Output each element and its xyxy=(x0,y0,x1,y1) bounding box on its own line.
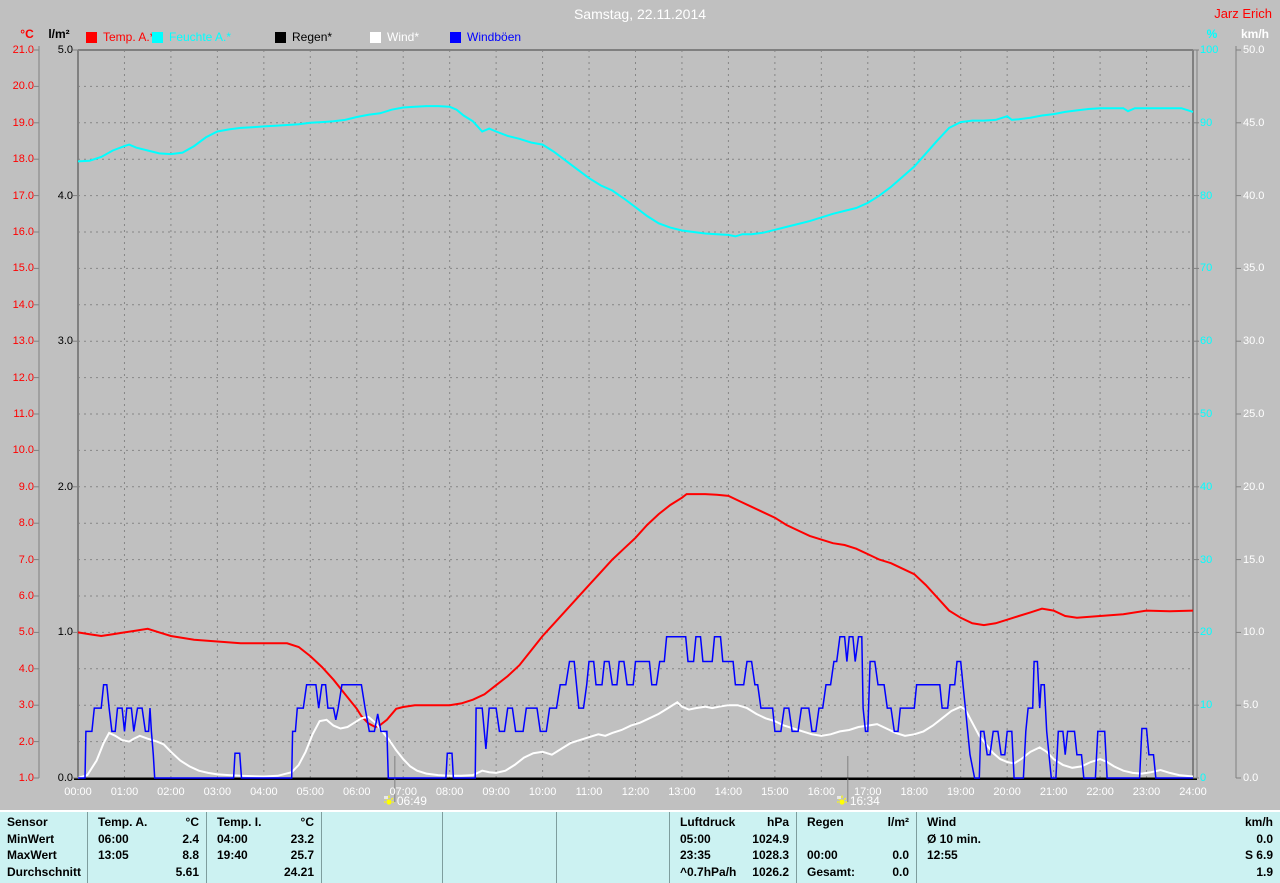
table-col-temp-a-: Temp. A.°C 06:002.413:058.8 5.61 xyxy=(88,812,207,883)
column-unit: km/h xyxy=(956,815,1273,829)
cell-label: Ø 10 min. xyxy=(927,832,981,846)
sunset-marker: 16:34 xyxy=(836,794,880,808)
sunrise-icon xyxy=(383,795,395,807)
cell-label: 19:40 xyxy=(217,848,248,862)
column-unit: °C xyxy=(147,815,199,829)
cell-value: 1.9 xyxy=(927,865,1273,879)
cell-value: 8.8 xyxy=(129,848,199,862)
cell-label: 05:00 xyxy=(680,832,711,846)
sunrise-time: 06:49 xyxy=(397,794,427,808)
cell-value: 0.0 xyxy=(838,848,909,862)
weather-app-window: { "window": { "title": "Samstag, 22.11.2… xyxy=(0,0,1280,881)
cell-label: 13:05 xyxy=(98,848,129,862)
column-unit: °C xyxy=(261,815,314,829)
table-col-empty xyxy=(322,812,443,883)
column-header: Temp. A. xyxy=(98,815,147,829)
weather-chart-plot xyxy=(0,0,1280,810)
cell-label: 12:55 xyxy=(927,848,958,862)
cell-label: Gesamt: xyxy=(807,865,855,879)
column-header: Temp. I. xyxy=(217,815,261,829)
cell-value: 1028.3 xyxy=(711,848,789,862)
cell-value: 0.0 xyxy=(855,865,909,879)
table-col-luftdruck: LuftdruckhPa 05:001024.923:351028.3 ^0.7hP… xyxy=(670,812,797,883)
column-header: Wind xyxy=(927,815,956,829)
cell-value: 0.0 xyxy=(981,832,1273,846)
column-unit: hPa xyxy=(735,815,789,829)
table-col-wind: Windkm/h Ø 10 min.0.0 12:55S 6.9 1.9 xyxy=(917,812,1280,883)
table-col-empty xyxy=(443,812,557,883)
column-header: Luftdruck xyxy=(680,815,735,829)
row-label: Durchschnitt xyxy=(7,865,81,879)
column-unit: l/m² xyxy=(844,815,909,829)
cell-value: 23.2 xyxy=(248,832,314,846)
cell-label: 04:00 xyxy=(217,832,248,846)
cell-label: 06:00 xyxy=(98,832,129,846)
cell-label: ^0.7hPa/h xyxy=(680,865,736,879)
cell-value: 1024.9 xyxy=(711,832,789,846)
table-row-labels: Sensor MinWert MaxWert Durchschnitt xyxy=(0,812,88,883)
table-col-temp-i-: Temp. I.°C 04:0023.219:4025.7 24.21 xyxy=(207,812,322,883)
cell-value: 24.21 xyxy=(217,865,314,879)
statistics-table: Sensor MinWert MaxWert Durchschnitt Temp. A.… xyxy=(0,810,1280,883)
cell-value: S 6.9 xyxy=(958,848,1273,862)
row-label: Sensor xyxy=(7,815,48,829)
row-label: MaxWert xyxy=(7,848,57,862)
cell-value: 5.61 xyxy=(98,865,199,879)
cell-label: 23:35 xyxy=(680,848,711,862)
cell-value: 1026.2 xyxy=(736,865,789,879)
sunset-icon xyxy=(836,795,848,807)
table-col-empty xyxy=(557,812,670,883)
row-label: MinWert xyxy=(7,832,54,846)
cell-label: 00:00 xyxy=(807,848,838,862)
sunrise-marker: 06:49 xyxy=(383,794,427,808)
cell-value: 25.7 xyxy=(248,848,314,862)
table-col-regen: Regenl/m²00:000.0Gesamt:0.0 xyxy=(797,812,917,883)
cell-value: 2.4 xyxy=(129,832,199,846)
sunset-time: 16:34 xyxy=(850,794,880,808)
column-header: Regen xyxy=(807,815,844,829)
